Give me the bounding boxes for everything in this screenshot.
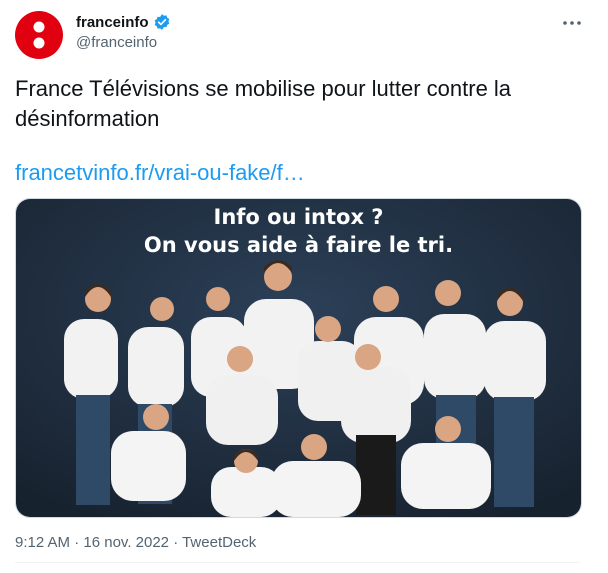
meta-separator: · xyxy=(70,534,84,551)
tweet-card: franceinfo @franceinfo France Télévision… xyxy=(0,0,608,573)
more-dots-icon xyxy=(563,21,581,25)
tweet-link[interactable]: francetvinfo.fr/vrai-ou-fake/f… xyxy=(15,158,305,188)
author-name-row: franceinfo xyxy=(76,13,171,31)
tweet-photo[interactable]: Info ou intox ? On vous aide à faire le … xyxy=(15,198,582,518)
tweet-meta: 9:12 AM · 16 nov. 2022 · TweetDeck xyxy=(15,534,256,551)
tweet-time[interactable]: 9:12 AM xyxy=(15,534,70,551)
divider xyxy=(15,562,580,563)
tweet-text: France Télévisions se mobilise pour lutt… xyxy=(15,76,512,131)
tweet-date[interactable]: 16 nov. 2022 xyxy=(83,534,169,551)
meta-separator: · xyxy=(169,534,183,551)
verified-badge-icon xyxy=(154,14,169,30)
avatar[interactable] xyxy=(15,11,63,59)
photo-headline-line2: On vous aide à faire le tri. xyxy=(143,233,454,257)
account-handle[interactable]: @franceinfo xyxy=(76,34,157,51)
tweet-source[interactable]: TweetDeck xyxy=(182,534,256,551)
display-name[interactable]: franceinfo xyxy=(76,14,149,31)
more-options-button[interactable] xyxy=(560,12,584,34)
photo-headline-line1: Info ou intox ? xyxy=(213,205,384,229)
